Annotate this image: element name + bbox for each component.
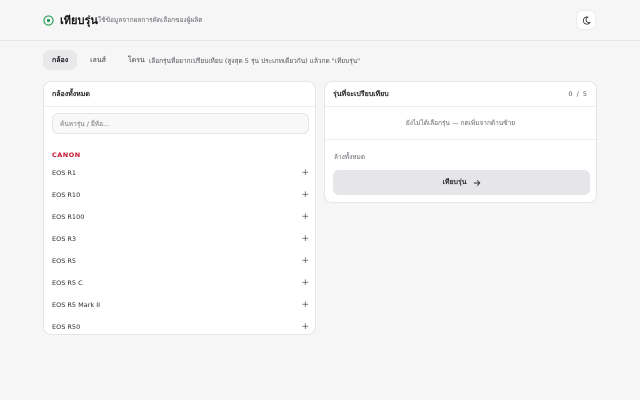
compare-button[interactable]: เทียบรุ่น [333,170,590,195]
list-item[interactable]: EOS R5 C + [44,272,315,294]
list-item[interactable]: EOS R10 + [44,184,315,206]
list-item[interactable]: EOS R1 + [44,162,315,184]
compare-button-label: เทียบรุ่น [442,178,467,186]
list-item[interactable]: EOS R5 + [44,250,315,272]
list-item[interactable]: EOS R5 Mark II + [44,294,315,316]
add-icon[interactable]: + [301,212,309,222]
model-name: EOS R10 [52,191,81,199]
list-item[interactable]: EOS R50 + [44,316,315,334]
model-name: EOS R100 [52,213,85,221]
add-icon[interactable]: + [301,190,309,200]
model-name: EOS R5 Mark II [52,301,101,309]
model-name: EOS R1 [52,169,77,177]
all-cameras-title: กล้องทั้งหมด [44,82,315,107]
tab-cameras[interactable]: กล้อง [43,50,78,70]
list-item[interactable]: EOS R100 + [44,206,315,228]
compare-logo-icon [43,15,54,26]
compare-panel-header: รุ่นที่จะเปรียบเทียบ 0 / 5 [325,82,596,107]
app-subtitle: ใช้ข้อมูลจากผลการคัดเลือกของผู้ผลิต [98,16,203,24]
compare-panel: รุ่นที่จะเปรียบเทียบ 0 / 5 ยังไม่ได้เลือ… [324,81,597,203]
compare-title: รุ่นที่จะเปรียบเทียบ [333,89,389,98]
add-icon[interactable]: + [301,300,309,310]
model-name: EOS R50 [52,323,81,331]
category-tabs: กล้อง เลนส์ โดรน [43,50,154,70]
app-header: เทียบรุ่น ใช้ข้อมูลจากผลการคัดเลือกของผู… [0,0,640,41]
moon-icon [582,16,591,24]
model-name: EOS R5 [52,257,77,265]
app-title: เทียบรุ่น [60,14,98,27]
add-icon[interactable]: + [301,322,309,332]
selection-counter: 0 / 5 [568,90,588,98]
model-name: EOS R3 [52,235,77,243]
list-item[interactable]: EOS R3 + [44,228,315,250]
empty-state-message: ยังไม่ได้เลือกรุ่น — กดเพิ่มจากด้านซ้าย [325,107,596,140]
arrow-right-icon [473,179,480,186]
clear-all-button[interactable]: ล้างทั้งหมด [334,152,365,162]
tab-lenses[interactable]: เลนส์ [81,50,115,70]
instruction-hint: เลือกรุ่นที่อยากเปรียบเทียบ (สูงสุด 5 รุ… [149,57,361,65]
theme-toggle-button[interactable] [576,10,596,30]
model-list: EOS R1 + EOS R10 + EOS R100 + EOS R3 + EOS R… [44,162,315,334]
add-icon[interactable]: + [301,256,309,266]
brand-heading: CANON [52,151,81,159]
search-input[interactable] [52,113,309,134]
model-name: EOS R5 C [52,279,83,287]
add-icon[interactable]: + [301,168,309,178]
add-icon[interactable]: + [301,234,309,244]
add-icon[interactable]: + [301,278,309,288]
all-cameras-panel: กล้องทั้งหมด CANON EOS R1 + EOS R10 + EOS … [43,81,316,335]
